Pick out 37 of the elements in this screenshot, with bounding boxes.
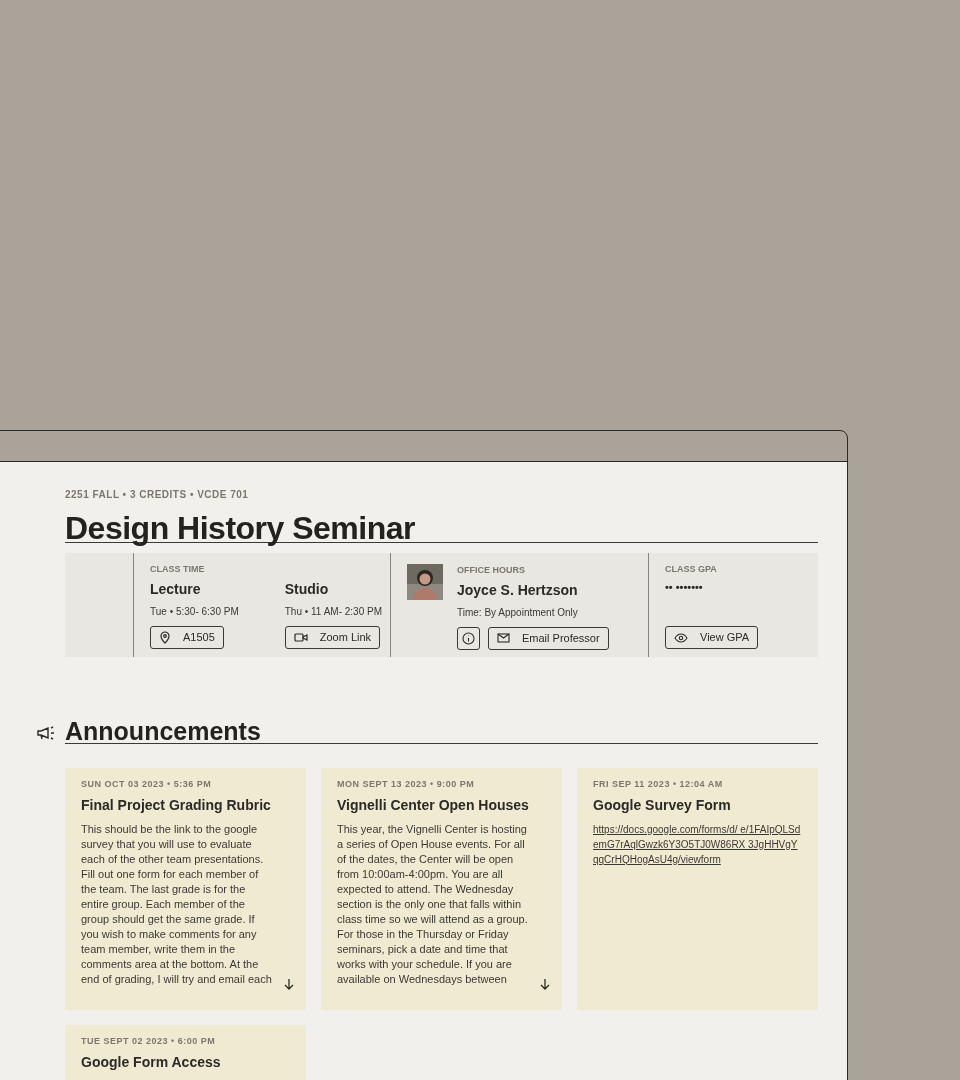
announcement-date: MON SEPT 13 2023 • 9:00 PM xyxy=(337,778,476,791)
section-label: CLASS GPA xyxy=(665,563,718,576)
info-icon xyxy=(462,631,475,645)
session-time: Tue • 5:30- 6:30 PM xyxy=(150,604,239,619)
announcement-body: This should be the link to the google survey that you will use to evaluate each of the other team presentations. Fill out one form for each member of the team. The last grade is for the entire group. Each member of the group should get the same grade. If you wish to make comments for any team member, write them in the comments area at the bottom. At the end of grading, I will try and email each xyxy=(81,821,273,987)
course-title: Design History Seminar xyxy=(65,509,415,548)
expand-arrow-icon[interactable] xyxy=(540,978,550,990)
announcement-title: Final Project Grading Rubric xyxy=(81,795,272,815)
office-hours-time: Time: By Appointment Only xyxy=(457,605,579,620)
location-pin-icon xyxy=(159,630,171,644)
video-camera-icon xyxy=(293,631,308,643)
email-professor-button[interactable]: Email Professor xyxy=(488,626,609,650)
session-name: Lecture xyxy=(150,579,202,599)
announcement-title: Google Survey Form xyxy=(593,795,732,815)
announcement-date: SUN OCT 03 2023 • 5:36 PM xyxy=(81,778,213,791)
eye-icon xyxy=(674,632,688,643)
course-meta: 2251 FALL • 3 CREDITS • VCDE 701 xyxy=(65,488,250,502)
announcement-date: TUE SEPT 02 2023 • 6:00 PM xyxy=(81,1035,217,1048)
megaphone-icon xyxy=(36,726,56,740)
announcement-title: Google Form Access xyxy=(81,1052,222,1072)
professor-name: Joyce S. Hertzson xyxy=(457,580,579,600)
section-label: OFFICE HOURS xyxy=(457,564,526,577)
session-time: Thu • 11 AM- 2:30 PM xyxy=(284,604,382,619)
announcement-body: This year, the Vignelli Center is hosting a series of Open House events. For all of the dates, the Center will be open from 10:00am-4:00pm. You are all expected to attend. The Wednesday section is the only one that falls within class time so we will attend as a group. For those in the Thursday or Friday seminars, pick a date and time that works with your schedule. If you are available on Wednesdays between xyxy=(337,821,529,987)
mail-icon xyxy=(497,633,510,643)
announcement-title: Vignelli Center Open Houses xyxy=(337,795,530,815)
info-button[interactable] xyxy=(457,626,480,650)
zoom-link-button[interactable]: Zoom Link xyxy=(284,625,381,649)
room-button[interactable]: A1505 xyxy=(150,625,224,649)
session-name: Studio xyxy=(284,579,330,599)
survey-link[interactable]: https://docs.google.com/forms/d/ e/1FAIpQLSdemG7rAqlGwzk6Y3O5TJ0W86RX 3JgHHVgYqqCrHQHogAsU4g/viewform xyxy=(593,821,802,867)
announcement-date: FRI SEP 11 2023 • 12:04 AM xyxy=(593,778,724,791)
gpa-value: •• ••••••• xyxy=(665,579,704,595)
view-gpa-button[interactable]: View GPA xyxy=(665,626,759,649)
section-label: CLASS TIME xyxy=(150,563,206,576)
announcements-heading: Announcements xyxy=(65,716,261,747)
expand-arrow-icon[interactable] xyxy=(284,978,294,990)
